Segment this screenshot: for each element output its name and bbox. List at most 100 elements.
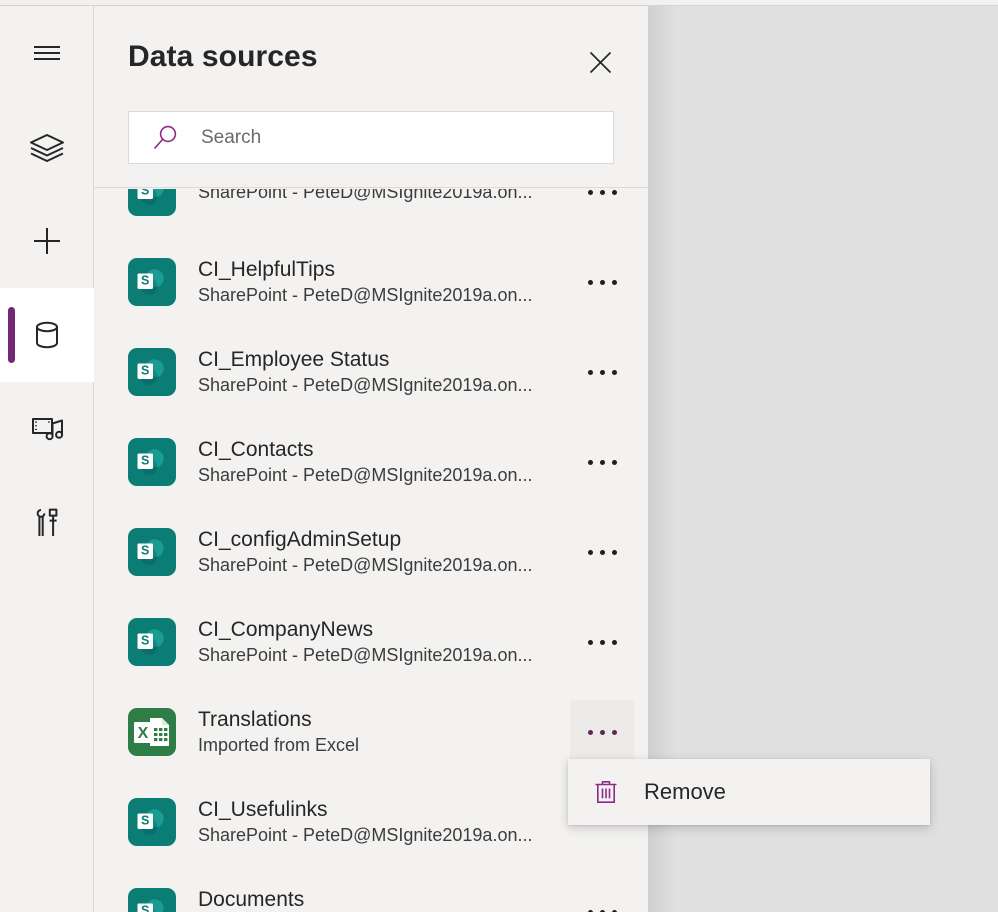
context-menu-item-label: Remove — [644, 779, 726, 804]
list-item-text: DocumentsSharePoint - PeteD@MSIgnite2019… — [198, 886, 570, 912]
panel-header: Data sources — [94, 6, 648, 188]
sharepoint-icon: S — [128, 618, 176, 666]
database-icon — [25, 313, 69, 357]
list-item-title: CI_Employee Status — [198, 348, 390, 371]
svg-text:S: S — [141, 274, 149, 288]
excel-icon: X — [128, 708, 176, 756]
ellipsis-icon — [599, 549, 605, 555]
sharepoint-icon: S — [128, 348, 176, 396]
list-item-subtitle: SharePoint - PeteD@MSIgnite2019a.on... — [198, 189, 533, 202]
list-item-title: CI_HelpfulTips — [198, 258, 335, 281]
list-item-title: CI_configAdminSetup — [198, 528, 402, 551]
list-item-text: CI_Usefulinks SharePoint - PeteD@MSIgnite… — [198, 796, 570, 848]
list-item-subtitle: SharePoint - PeteD@MSIgnite2019a.on... — [198, 465, 533, 485]
svg-text:S: S — [141, 454, 149, 468]
list-item-title: Translations — [198, 708, 312, 731]
list-item-subtitle: SharePoint - PeteD@MSIgnite2019a.on... — [198, 285, 533, 305]
list-item-more-button[interactable] — [570, 250, 634, 314]
list-item-text: Translations Imported from Excel — [198, 706, 570, 758]
list-item[interactable]: S CI_HelpfulTips SharePoint - PeteD@MSIgn… — [94, 237, 648, 327]
powerapps-studio: Data sources Search S SharePoint - PeteD… — [0, 0, 998, 912]
list-item-title: CI_Contacts — [198, 438, 314, 461]
media-icon — [25, 407, 69, 451]
list-item-subtitle: SharePoint - PeteD@MSIgnite2019a.on... — [198, 375, 533, 395]
ellipsis-icon — [587, 549, 593, 555]
list-item-more-button[interactable] — [570, 880, 634, 912]
ellipsis-icon — [611, 189, 617, 195]
context-menu: Remove — [568, 759, 930, 825]
left-rail — [0, 6, 94, 912]
rail-item-advanced-tools[interactable] — [0, 476, 94, 570]
svg-text:S: S — [141, 904, 149, 912]
svg-text:X: X — [138, 725, 149, 742]
sharepoint-icon: S — [128, 189, 176, 216]
rail-item-screens[interactable] — [0, 100, 94, 194]
list-item[interactable]: S CI_Employee Status SharePoint - PeteD@M… — [94, 327, 648, 417]
search-icon — [149, 121, 183, 155]
ellipsis-icon — [587, 729, 593, 735]
list-item-more-button[interactable] — [570, 700, 634, 764]
trash-icon — [591, 777, 621, 807]
list-item-text: CI_CompanyNews SharePoint - PeteD@MSIgnit… — [198, 616, 570, 668]
list-item-title: CI_CompanyNews — [198, 618, 374, 641]
ellipsis-icon — [611, 459, 617, 465]
list-item-text: CI_Contacts SharePoint - PeteD@MSIgnite20… — [198, 436, 570, 488]
ellipsis-icon — [599, 639, 605, 645]
list-item[interactable]: S CI_Contacts SharePoint - PeteD@MSIgnite… — [94, 417, 648, 507]
ellipsis-icon — [587, 459, 593, 465]
svg-text:S: S — [141, 364, 149, 378]
data-source-list[interactable]: S SharePoint - PeteD@MSIgnite2019a.on...… — [94, 189, 648, 912]
tools-icon — [25, 501, 69, 545]
rail-item-insert[interactable] — [0, 194, 94, 288]
list-item-text: CI_configAdminSetup SharePoint - PeteD@MS… — [198, 526, 570, 578]
list-item-more-button[interactable] — [570, 340, 634, 404]
search-box[interactable] — [128, 111, 614, 164]
list-item-subtitle: Imported from Excel — [198, 735, 360, 755]
ellipsis-icon — [587, 279, 593, 285]
selected-indicator — [8, 307, 15, 363]
context-menu-item-remove[interactable]: Remove — [568, 759, 930, 825]
sharepoint-icon: S — [128, 438, 176, 486]
list-item[interactable]: S SharePoint - PeteD@MSIgnite2019a.on... — [94, 189, 648, 237]
ellipsis-icon — [611, 639, 617, 645]
list-item-more-button[interactable] — [570, 610, 634, 674]
ellipsis-icon — [587, 369, 593, 375]
sharepoint-icon: S — [128, 798, 176, 846]
list-item[interactable]: X Translations Imported from Excel — [94, 687, 648, 777]
svg-text:S: S — [141, 189, 149, 198]
ellipsis-icon — [599, 189, 605, 195]
ellipsis-icon — [599, 459, 605, 465]
list-item[interactable]: S DocumentsSharePoint - PeteD@MSIgnite20… — [94, 867, 648, 912]
ellipsis-icon — [587, 189, 593, 195]
list-item-subtitle: SharePoint - PeteD@MSIgnite2019a.on... — [198, 645, 533, 665]
list-item[interactable]: S CI_Usefulinks SharePoint - PeteD@MSIgni… — [94, 777, 648, 867]
sharepoint-icon: S — [128, 528, 176, 576]
search-input[interactable] — [183, 126, 613, 149]
rail-item-hamburger-menu[interactable] — [0, 6, 94, 100]
hamburger-icon — [25, 31, 69, 75]
close-button[interactable] — [580, 42, 620, 82]
data-source-list-inner: S SharePoint - PeteD@MSIgnite2019a.on...… — [94, 189, 648, 912]
list-item-subtitle: SharePoint - PeteD@MSIgnite2019a.on... — [198, 825, 533, 845]
list-item[interactable]: S CI_CompanyNews SharePoint - PeteD@MSIgn… — [94, 597, 648, 687]
svg-text:S: S — [141, 634, 149, 648]
list-item-more-button[interactable] — [570, 189, 634, 224]
ellipsis-icon — [587, 639, 593, 645]
list-item-more-button[interactable] — [570, 430, 634, 494]
list-item-subtitle: SharePoint - PeteD@MSIgnite2019a.on... — [198, 555, 533, 575]
list-item-text: CI_HelpfulTips SharePoint - PeteD@MSIgnit… — [198, 256, 570, 308]
list-item-text: CI_Employee Status SharePoint - PeteD@MSI… — [198, 346, 570, 398]
ellipsis-icon — [599, 369, 605, 375]
rail-item-data-sources[interactable] — [0, 288, 94, 382]
plus-icon — [25, 219, 69, 263]
list-item-more-button[interactable] — [570, 520, 634, 584]
rail-item-media[interactable] — [0, 382, 94, 476]
list-item[interactable]: S CI_configAdminSetup SharePoint - PeteD@… — [94, 507, 648, 597]
ellipsis-icon — [611, 279, 617, 285]
list-item-text: SharePoint - PeteD@MSIgnite2019a.on... — [198, 189, 570, 205]
layers-icon — [25, 125, 69, 169]
ellipsis-icon — [611, 549, 617, 555]
ellipsis-icon — [611, 369, 617, 375]
ellipsis-icon — [599, 729, 605, 735]
ellipsis-icon — [599, 279, 605, 285]
